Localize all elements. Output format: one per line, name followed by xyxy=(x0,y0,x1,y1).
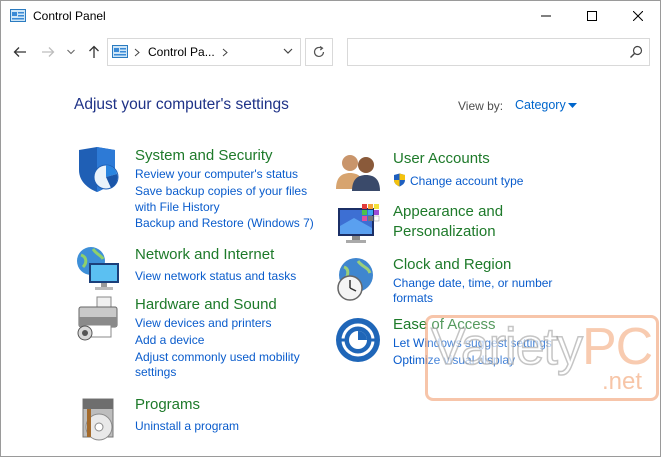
maximize-button[interactable] xyxy=(569,1,615,31)
recent-locations-button[interactable] xyxy=(65,43,77,61)
forward-arrow-icon xyxy=(42,47,55,57)
back-button[interactable] xyxy=(11,43,29,61)
chevron-right-icon xyxy=(134,48,140,57)
link-backup-restore[interactable]: Backup and Restore (Windows 7) xyxy=(135,215,314,232)
network-globe-icon[interactable] xyxy=(75,245,123,293)
category-title-appearance[interactable]: Appearance and xyxy=(393,202,503,222)
maximize-icon xyxy=(587,11,597,21)
link-uninstall-program[interactable]: Uninstall a program xyxy=(135,418,239,435)
programs-disc-icon[interactable] xyxy=(75,395,123,443)
chevron-right-icon[interactable] xyxy=(222,48,228,57)
minimize-icon xyxy=(541,15,551,17)
shield-icon[interactable] xyxy=(75,146,123,194)
up-arrow-icon xyxy=(89,45,99,58)
search-icon[interactable] xyxy=(629,45,643,59)
up-button[interactable] xyxy=(85,43,103,61)
refresh-icon xyxy=(313,46,325,58)
link-mobility-settings-line2[interactable]: settings xyxy=(135,364,176,381)
minimize-button[interactable] xyxy=(523,1,569,31)
uac-shield-icon xyxy=(394,173,405,187)
display-palette-icon[interactable] xyxy=(334,202,382,250)
category-title-clock[interactable]: Clock and Region xyxy=(393,255,511,275)
category-title-network[interactable]: Network and Internet xyxy=(135,245,274,265)
link-file-history-line2[interactable]: with File History xyxy=(135,199,220,216)
category-title-system-security[interactable]: System and Security xyxy=(135,146,273,166)
view-by-label: View by: xyxy=(458,99,504,113)
watermark-word: Variety xyxy=(430,317,583,377)
link-date-time-format-line2[interactable]: formats xyxy=(393,290,433,307)
ease-of-access-icon[interactable] xyxy=(334,316,382,364)
link-review-status[interactable]: Review your computer's status xyxy=(135,166,298,183)
category-title-programs[interactable]: Programs xyxy=(135,395,200,415)
link-devices-printers[interactable]: View devices and printers xyxy=(135,315,272,332)
navigation-bar: Control Pa... xyxy=(1,32,660,72)
users-icon[interactable] xyxy=(334,149,382,197)
category-title-hardware[interactable]: Hardware and Sound xyxy=(135,295,277,315)
title-bar: Control Panel xyxy=(1,1,660,32)
watermark-domain: .net xyxy=(602,368,643,395)
forward-button[interactable] xyxy=(39,43,57,61)
refresh-button[interactable] xyxy=(305,38,333,66)
control-panel-icon xyxy=(10,9,26,22)
link-file-history[interactable]: Save backup copies of your files xyxy=(135,183,307,200)
address-bar[interactable]: Control Pa... xyxy=(107,38,301,66)
link-add-device[interactable]: Add a device xyxy=(135,332,204,349)
view-by-dropdown[interactable]: Category xyxy=(515,98,566,112)
control-panel-window: Control Panel Control Pa... Adjust your … xyxy=(0,0,661,457)
chevron-down-icon[interactable] xyxy=(283,48,293,55)
breadcrumb[interactable]: Control Pa... xyxy=(148,45,215,59)
link-change-account-type-label[interactable]: Change account type xyxy=(410,174,523,188)
chevron-down-icon xyxy=(67,49,75,55)
page-title: Adjust your computer's settings xyxy=(74,96,289,113)
back-arrow-icon xyxy=(13,47,26,57)
link-change-account-type[interactable]: Change account type xyxy=(393,173,523,190)
category-title-user-accounts[interactable]: User Accounts xyxy=(393,149,490,169)
link-network-status[interactable]: View network status and tasks xyxy=(135,268,296,285)
clock-globe-icon[interactable] xyxy=(334,255,382,303)
chevron-down-icon[interactable] xyxy=(568,103,577,108)
search-input[interactable] xyxy=(347,38,650,66)
category-title-appearance-line2[interactable]: Personalization xyxy=(393,222,496,242)
close-icon xyxy=(633,11,643,21)
close-button[interactable] xyxy=(615,1,661,31)
control-panel-icon xyxy=(112,45,128,58)
printer-icon[interactable] xyxy=(75,295,123,343)
window-title: Control Panel xyxy=(33,9,106,23)
